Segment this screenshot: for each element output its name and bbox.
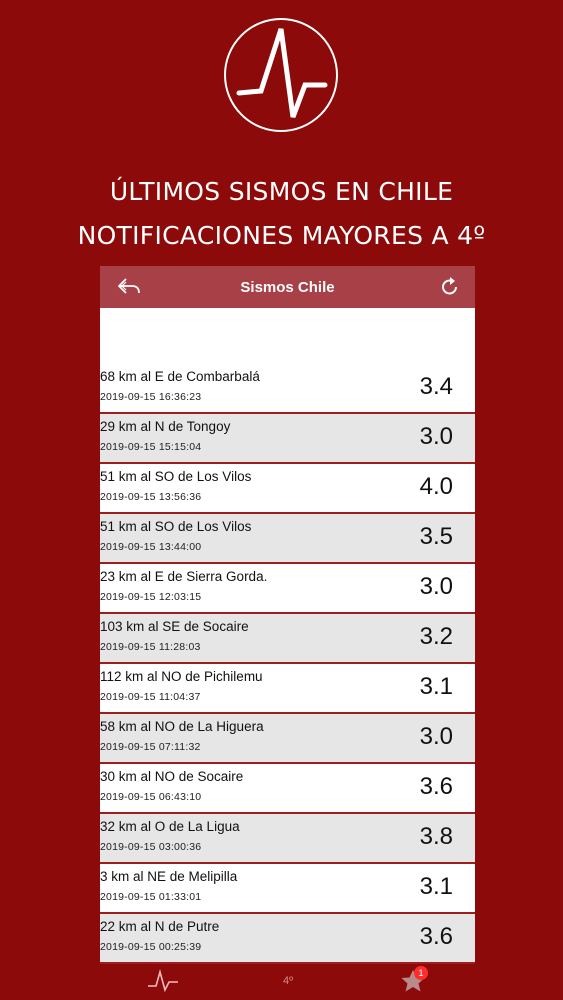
tab-bar: 4º 1 xyxy=(100,964,475,1000)
headline-subtitle: NOTIFICACIONES MAYORES A 4º xyxy=(77,221,486,250)
earthquake-row[interactable]: 51 km al SO de Los Vilos 2019-09-15 13:44… xyxy=(100,514,475,564)
svg-text:4º: 4º xyxy=(283,975,293,987)
earthquake-magnitude: 3.8 xyxy=(419,823,453,850)
earthquake-datetime: 2019-09-15 01:33:01 xyxy=(100,891,202,903)
earthquake-magnitude: 3.0 xyxy=(419,423,453,450)
earthquake-magnitude: 3.6 xyxy=(419,923,453,950)
earthquake-magnitude: 3.5 xyxy=(419,523,453,550)
earthquake-magnitude: 3.4 xyxy=(419,373,453,400)
headline-title: ÚLTIMOS SISMOS EN CHILE xyxy=(109,177,454,206)
earthquake-row[interactable]: 23 km al E de Sierra Gorda. 2019-09-15 12… xyxy=(100,564,475,614)
earthquake-row[interactable]: 58 km al NO de La Higuera 2019-09-15 07:1… xyxy=(100,714,475,764)
earthquake-row[interactable]: 103 km al SE de Socaire 2019-09-15 11:28:… xyxy=(100,614,475,664)
earthquake-datetime: 2019-09-15 03:00:36 xyxy=(100,841,202,853)
earthquake-location: 51 km al SO de Los Vilos xyxy=(100,519,252,534)
earthquake-row[interactable]: 51 km al SO de Los Vilos 2019-09-15 13:56… xyxy=(100,464,475,514)
earthquake-datetime: 2019-09-15 11:28:03 xyxy=(100,641,201,653)
seismograph-tab-icon xyxy=(147,969,178,992)
earthquake-magnitude: 3.1 xyxy=(419,673,453,700)
earthquake-location: 22 km al N de Putre xyxy=(100,919,220,934)
notification-badge: 1 xyxy=(414,966,428,980)
earthquake-row[interactable]: 32 km al O de La Ligua 2019-09-15 03:00:3… xyxy=(100,814,475,864)
earthquake-location: 32 km al O de La Ligua xyxy=(100,819,240,834)
earthquake-location: 112 km al NO de Pichilemu xyxy=(100,669,263,684)
earthquake-location: 58 km al NO de La Higuera xyxy=(100,719,264,734)
app-screen: Sismos Chile 68 km al E de Combarbalá 201… xyxy=(100,266,475,1000)
earthquake-location: 30 km al NO de Socaire xyxy=(100,769,244,784)
magnitude-tab-icon: 4º xyxy=(283,975,293,987)
earthquake-magnitude: 3.0 xyxy=(419,573,453,600)
back-arrow-icon[interactable] xyxy=(116,276,142,298)
earthquake-location: 103 km al SE de Socaire xyxy=(100,619,249,634)
earthquake-location: 68 km al E de Combarbalá xyxy=(100,369,260,384)
earthquake-datetime: 2019-09-15 07:11:32 xyxy=(100,741,201,753)
tab-sismos[interactable] xyxy=(100,964,225,1000)
earthquake-datetime: 2019-09-15 00:25:39 xyxy=(100,941,202,953)
earthquake-datetime: 2019-09-15 13:56:36 xyxy=(100,491,202,503)
tab-favoritos[interactable]: 1 xyxy=(350,964,475,1000)
earthquake-row[interactable]: 3 km al NE de Melipilla 2019-09-15 01:33:… xyxy=(100,864,475,914)
earthquake-magnitude: 4.0 xyxy=(419,473,453,500)
earthquake-row[interactable]: 68 km al E de Combarbalá 2019-09-15 16:36… xyxy=(100,364,475,414)
earthquake-location: 29 km al N de Tongoy xyxy=(100,419,231,434)
refresh-icon[interactable] xyxy=(439,276,461,298)
earthquake-list: 68 km al E de Combarbalá 2019-09-15 16:36… xyxy=(100,364,475,964)
earthquake-magnitude: 3.6 xyxy=(419,773,453,800)
earthquake-magnitude: 3.0 xyxy=(419,723,453,750)
earthquake-datetime: 2019-09-15 13:44:00 xyxy=(100,541,202,553)
earthquake-row[interactable]: 29 km al N de Tongoy 2019-09-15 15:15:04 3… xyxy=(100,414,475,464)
earthquake-location: 51 km al SO de Los Vilos xyxy=(100,469,252,484)
earthquake-row[interactable]: 112 km al NO de Pichilemu 2019-09-15 11:0… xyxy=(100,664,475,714)
earthquake-location: 3 km al NE de Melipilla xyxy=(100,869,238,884)
tab-mayores-4[interactable]: 4º xyxy=(225,964,350,1000)
earthquake-magnitude: 3.1 xyxy=(419,873,453,900)
nav-title: Sismos Chile xyxy=(240,278,335,296)
navigation-bar: Sismos Chile xyxy=(100,266,475,308)
earthquake-location: 23 km al E de Sierra Gorda. xyxy=(100,569,268,584)
earthquake-datetime: 2019-09-15 16:36:23 xyxy=(100,391,202,403)
earthquake-row[interactable]: 22 km al N de Putre 2019-09-15 00:25:39 3.… xyxy=(100,914,475,964)
earthquake-magnitude: 3.2 xyxy=(419,623,453,650)
earthquake-datetime: 2019-09-15 11:04:37 xyxy=(100,691,201,703)
list-header-spacer xyxy=(100,308,475,364)
earthquake-row[interactable]: 30 km al NO de Socaire 2019-09-15 06:43:1… xyxy=(100,764,475,814)
earthquake-datetime: 2019-09-15 06:43:10 xyxy=(100,791,202,803)
earthquake-datetime: 2019-09-15 15:15:04 xyxy=(100,441,202,453)
seismograph-logo-icon xyxy=(224,18,338,132)
earthquake-datetime: 2019-09-15 12:03:15 xyxy=(100,591,202,603)
